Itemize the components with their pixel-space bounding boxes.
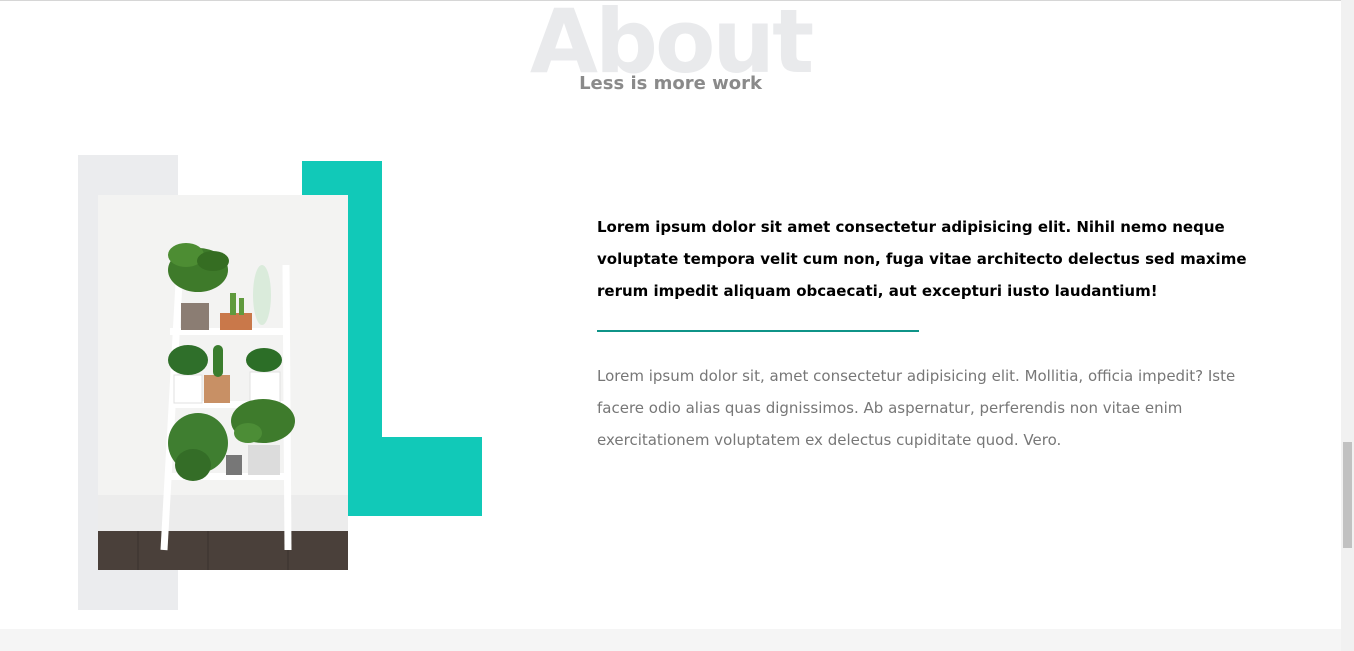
lead-paragraph: Lorem ipsum dolor sit amet consectetur a… — [597, 218, 1247, 300]
body-paragraph: Lorem ipsum dolor sit, amet consectetur … — [597, 367, 1236, 449]
teal-decor-horizontal — [348, 437, 482, 516]
about-section: About Less is more work Lorem ipsum dolo… — [0, 0, 1341, 651]
next-section-strip — [0, 629, 1341, 651]
teal-divider — [597, 330, 919, 332]
page-scrollbar[interactable] — [1341, 0, 1354, 651]
scrollbar-thumb[interactable] — [1343, 442, 1352, 548]
about-text-column: Lorem ipsum dolor sit amet consectetur a… — [597, 211, 1247, 456]
plant-shelf-photo — [98, 195, 348, 570]
section-subtitle: Less is more work — [579, 73, 762, 94]
